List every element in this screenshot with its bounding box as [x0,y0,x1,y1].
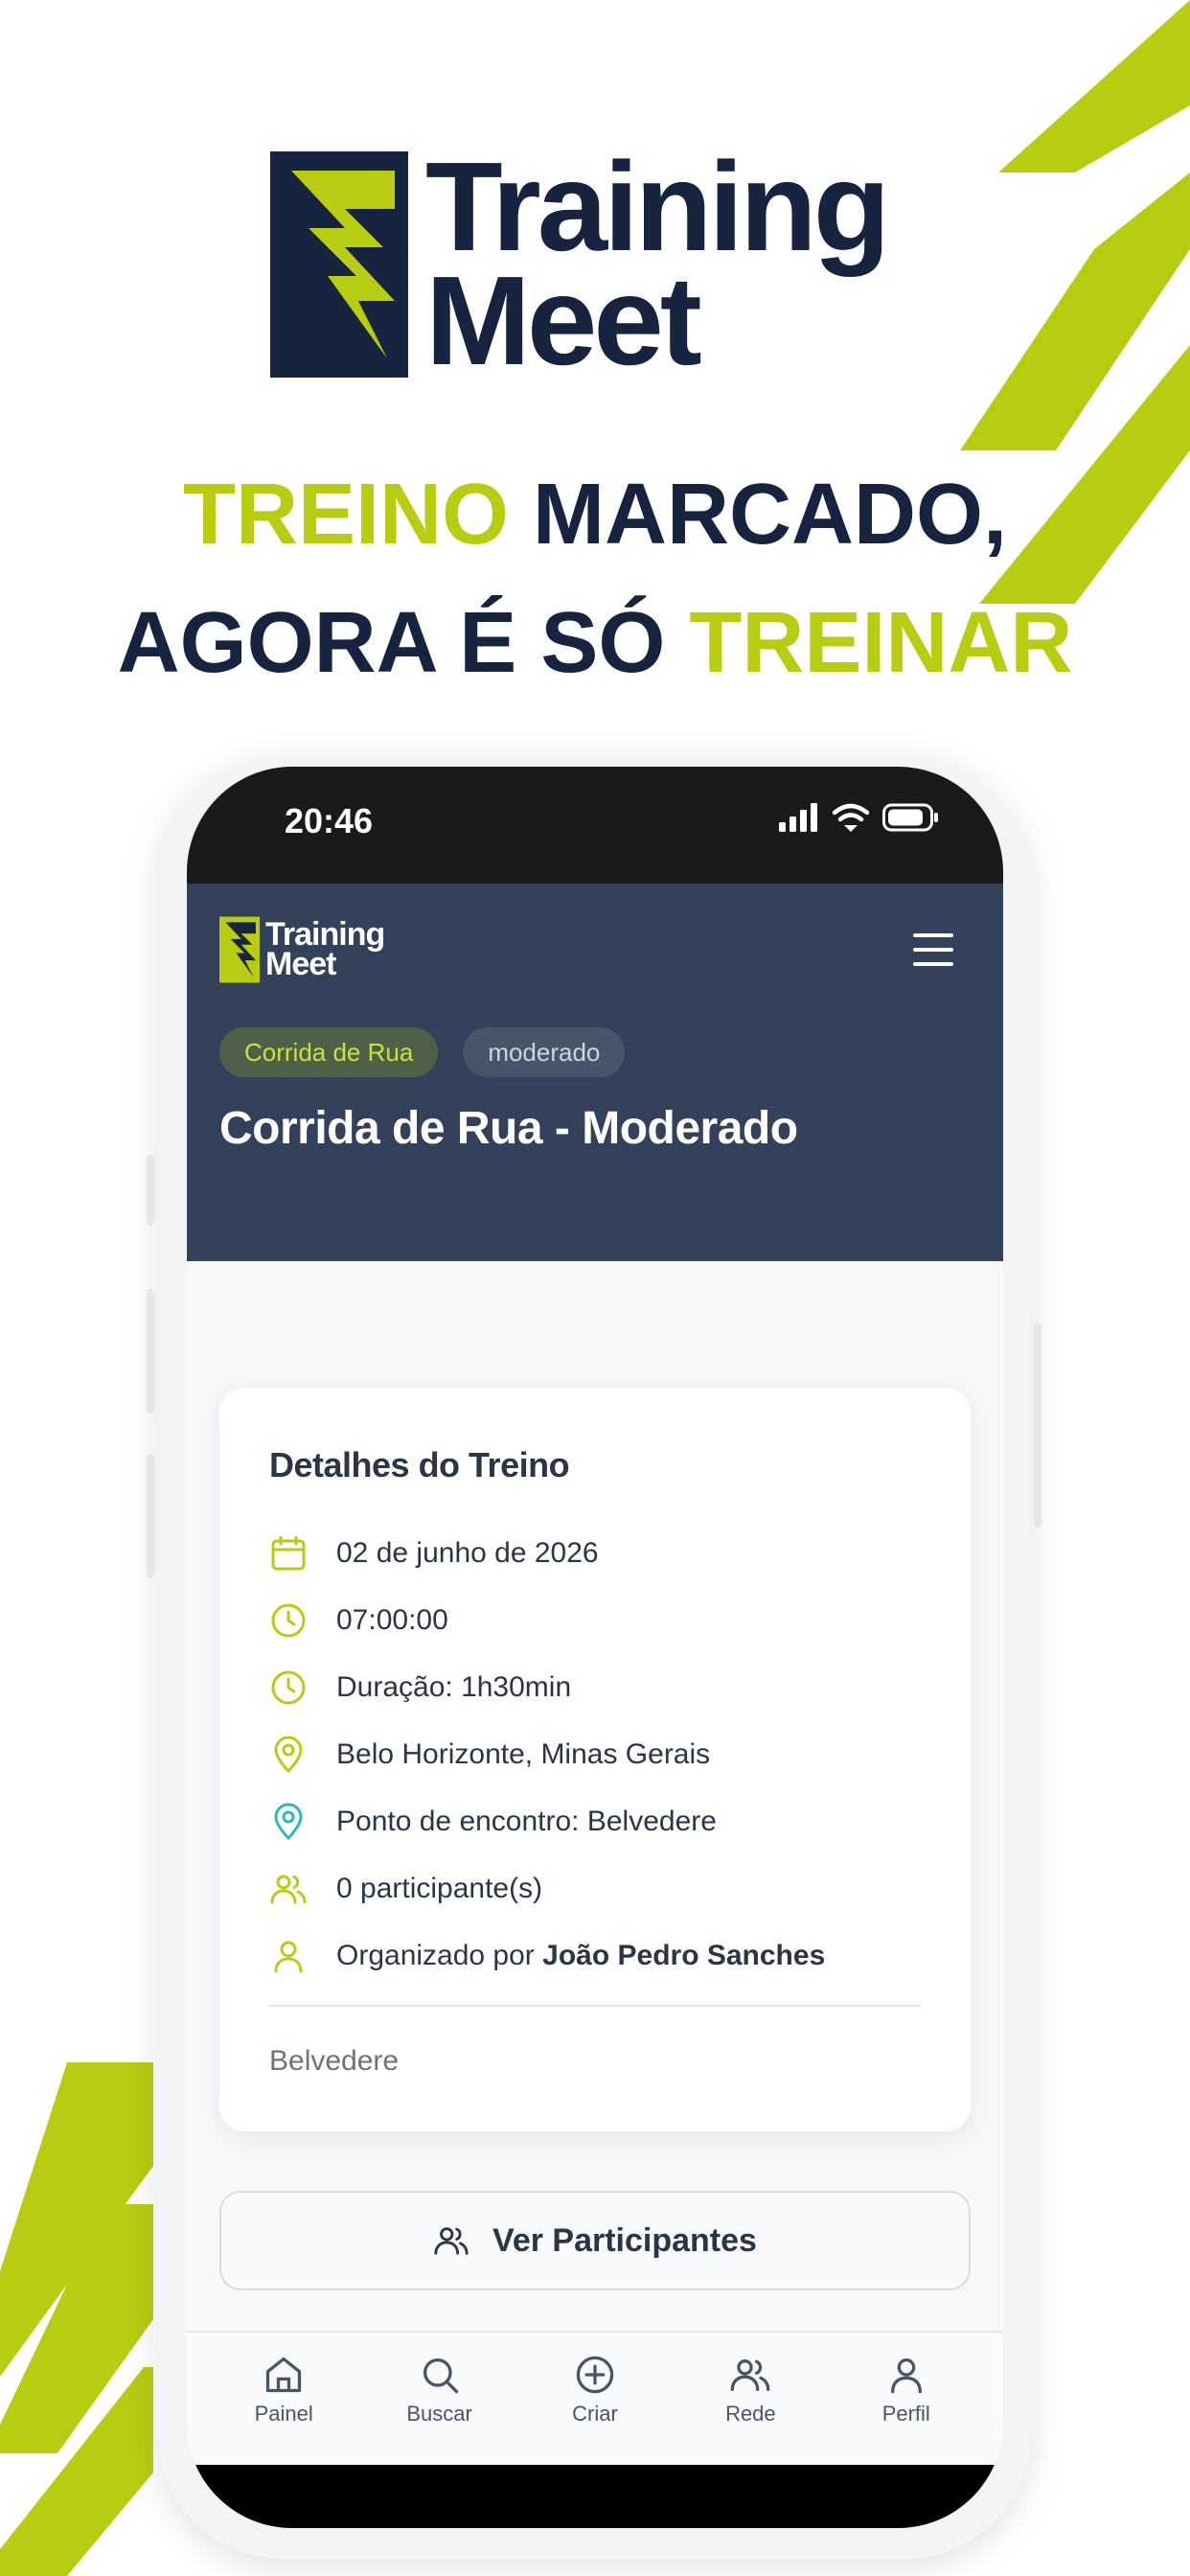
headline-accent-2: TREINAR [689,595,1073,691]
event-badges: Corrida de Rua moderado [219,1027,626,1077]
detail-city-text: Belo Horizonte, Minas Gerais [336,1738,711,1770]
phone-side-button [147,1289,154,1414]
status-icons [779,803,940,832]
details-list: 02 de junho de 2026 07:00:00 Duração: 1h… [269,1520,825,1990]
headline-text-1: MARCADO, [509,467,1007,563]
map-pin-icon [269,1803,308,1841]
tab-perfil[interactable]: Perfil [839,2333,973,2465]
detail-organizer-text: Organizado por João Pedro Sanches [336,1940,825,1972]
lightning-logo-icon [270,151,408,378]
tab-label: Buscar [406,2402,472,2426]
details-card: Detalhes do Treino 02 de junho de 2026 0… [219,1388,971,2131]
event-header: Training Meet Corrida de Rua moderado Co… [187,884,1003,1261]
phone-side-button [147,1155,154,1226]
tab-rede[interactable]: Rede [683,2333,817,2465]
detail-participants: 0 participante(s) [269,1855,825,1922]
detail-duration-text: Duração: 1h30min [336,1671,572,1703]
detail-date: 02 de junho de 2026 [269,1520,825,1587]
organizer-prefix: Organizado por [336,1940,543,1971]
tab-label: Painel [254,2402,313,2426]
tab-criar[interactable]: Criar [528,2333,662,2465]
detail-organizer: Organizado por João Pedro Sanches [269,1922,825,1990]
user-icon [269,1937,308,1975]
signal-icon [779,803,817,832]
battery-icon [882,803,938,832]
event-title: Corrida de Rua - Moderado [219,1103,798,1154]
headline-line1: TREINO MARCADO, [0,472,1190,558]
detail-duration: Duração: 1h30min [269,1654,825,1721]
brand-line1: Training [425,136,890,278]
menu-icon [913,933,953,937]
tab-label: Rede [725,2402,776,2426]
tab-buscar[interactable]: Buscar [373,2333,507,2465]
headline-accent-1: TREINO [183,467,510,563]
phone-power-button [1034,1322,1041,1528]
search-icon [423,2358,458,2394]
home-icon [266,2357,302,2393]
card-divider [269,2005,921,2007]
plus-circle-icon [576,2356,614,2394]
tab-label: Perfil [881,2402,930,2426]
map-pin-icon [269,1736,308,1774]
brand-wordmark: Training Meet [425,136,890,391]
users-icon [434,2227,469,2255]
user-icon [890,2358,922,2394]
level-badge: moderado [463,1027,626,1077]
home-indicator-area [187,2465,1003,2528]
detail-date-text: 02 de junho de 2026 [336,1537,599,1569]
status-time: 20:46 [285,801,374,840]
detail-meeting-point-text: Ponto de encontro: Belvedere [336,1806,717,1837]
detail-participants-text: 0 participante(s) [336,1873,543,1904]
clock-icon [269,1668,308,1707]
category-badge: Corrida de Rua [219,1027,439,1077]
menu-button[interactable] [913,933,953,966]
detail-meeting-point: Ponto de encontro: Belvedere [269,1788,825,1855]
bottom-tab-bar: Painel Buscar Criar Rede Perfil [187,2331,1003,2465]
details-footer: Belvedere [269,2045,400,2077]
app-logo-line2: Meet [265,946,336,982]
details-title: Detalhes do Treino [269,1445,570,1484]
phone-screen: 20:46 Training Meet Corrida de Rua moder… [187,767,1003,2528]
detail-time: 07:00:00 [269,1587,825,1654]
view-participants-button[interactable]: Ver Participantes [219,2191,971,2290]
calendar-icon [269,1534,308,1573]
brand-line2: Meet [425,250,702,391]
detail-city: Belo Horizonte, Minas Gerais [269,1721,825,1788]
app-logo[interactable]: Training Meet [219,916,385,983]
app-logo-wordmark: Training Meet [265,919,385,982]
headline-text-2: AGORA É SÓ [117,595,690,691]
status-bar: 20:46 [187,767,1003,884]
headline-line2: AGORA É SÓ TREINAR [0,600,1190,686]
phone-side-button [147,1454,154,1578]
wifi-icon [833,803,869,832]
organizer-name[interactable]: João Pedro Sanches [542,1940,825,1971]
tab-painel[interactable]: Painel [217,2333,351,2465]
detail-time-text: 07:00:00 [336,1604,448,1636]
users-icon [269,1870,308,1908]
tab-label: Criar [572,2402,618,2426]
clock-icon [269,1601,308,1640]
lightning-logo-icon [219,916,260,983]
users-icon [731,2359,770,2392]
brand-logo: Training Meet [270,136,922,391]
view-participants-label: Ver Participantes [492,2221,757,2259]
